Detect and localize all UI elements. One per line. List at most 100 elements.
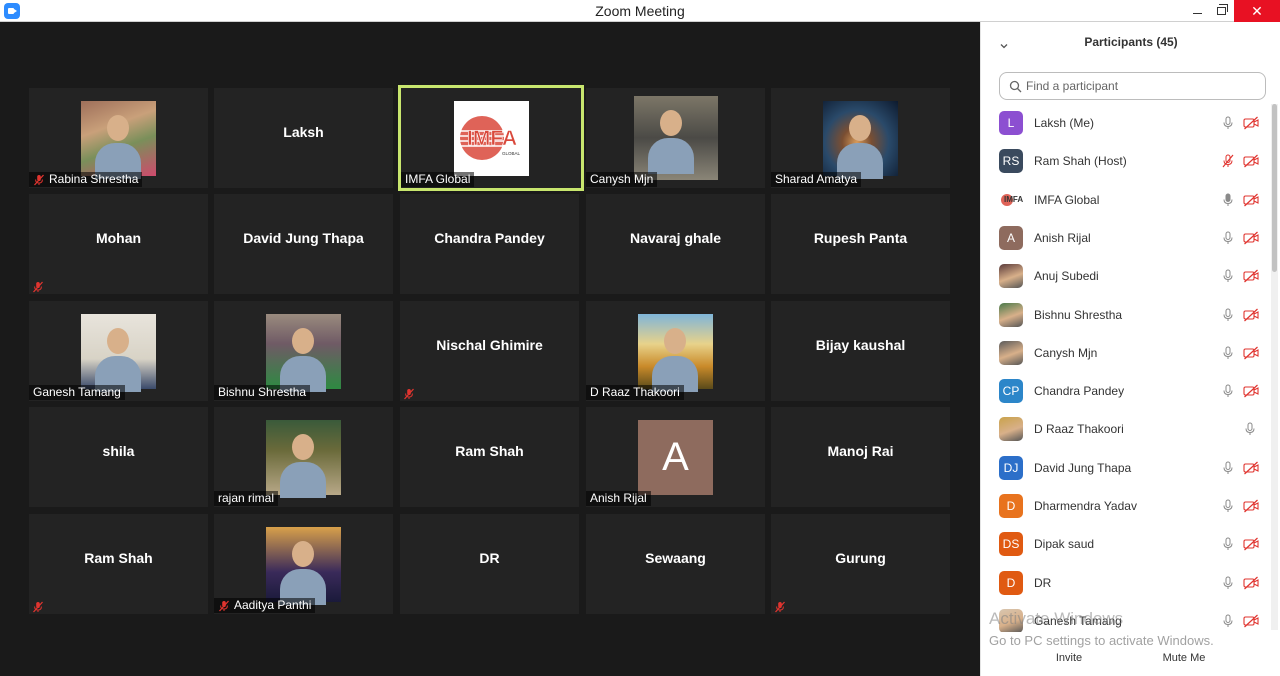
mic-icon[interactable] <box>1221 614 1235 628</box>
video-tile[interactable]: Chandra Pandey <box>400 194 579 294</box>
video-off-icon[interactable] <box>1243 461 1259 475</box>
mic-icon[interactable] <box>1221 461 1235 475</box>
video-tile[interactable]: Nischal Ghimire <box>400 301 579 401</box>
person-head <box>107 328 129 354</box>
participant-search[interactable] <box>999 72 1266 100</box>
participants-title: Participants (45) <box>1084 35 1178 49</box>
participant-row[interactable]: Anuj Subedi <box>981 257 1271 295</box>
video-tile[interactable]: rajan rimal <box>214 407 393 507</box>
participant-row[interactable]: D DR <box>981 564 1271 602</box>
video-off-icon[interactable] <box>1243 346 1259 360</box>
muted-mic-icon <box>218 600 230 612</box>
video-tile[interactable]: Laksh <box>214 88 393 188</box>
video-tile[interactable]: Ram Shah <box>400 407 579 507</box>
scrollbar-thumb[interactable] <box>1272 104 1277 272</box>
video-tile[interactable]: Gurung <box>771 514 950 614</box>
participant-row[interactable]: IMFA IMFA Global <box>981 181 1271 219</box>
video-off-icon[interactable] <box>1243 537 1259 551</box>
participant-row[interactable]: D Raaz Thakoori <box>981 410 1271 448</box>
avatar-initials: RS <box>1002 154 1020 169</box>
video-tile[interactable]: Canysh Mjn <box>586 88 765 188</box>
mic-icon[interactable] <box>1221 576 1235 590</box>
invite-button[interactable]: Invite <box>1047 649 1091 667</box>
muted-mic-icon[interactable] <box>1221 154 1235 168</box>
participant-name: Anish Rijal <box>1034 230 1091 245</box>
video-tile[interactable]: Aaditya Panthi <box>214 514 393 614</box>
mic-icon[interactable] <box>1221 537 1235 551</box>
participant-name: Laksh <box>283 124 324 140</box>
video-off-icon[interactable] <box>1243 154 1259 168</box>
video-tile[interactable]: Mohan <box>29 194 208 294</box>
video-off-icon[interactable] <box>1243 231 1259 245</box>
video-tile[interactable]: shila <box>29 407 208 507</box>
participant-row[interactable]: L Laksh (Me) <box>981 104 1271 142</box>
video-tile[interactable]: Sewaang <box>586 514 765 614</box>
video-gallery: Rabina Shrestha Laksh IMFA GLOBAL IMFA Globa… <box>0 22 980 676</box>
video-tile[interactable]: D Raaz Thakoori <box>586 301 765 401</box>
participant-row[interactable]: DS Dipak saud <box>981 525 1271 563</box>
participant-list-scrollbar[interactable] <box>1271 104 1278 630</box>
participant-name: DR <box>479 550 500 566</box>
avatar <box>999 417 1023 442</box>
mic-icon[interactable] <box>1221 346 1235 360</box>
person-head <box>292 434 314 460</box>
video-tile[interactable]: DR <box>400 514 579 614</box>
video-tile[interactable]: Ganesh Tamang <box>29 301 208 401</box>
video-off-icon[interactable] <box>1243 116 1259 130</box>
mic-icon[interactable] <box>1221 308 1235 322</box>
participant-name: shila <box>102 443 135 459</box>
video-tile[interactable]: Ram Shah <box>29 514 208 614</box>
participant-row[interactable]: A Anish Rijal <box>981 219 1271 257</box>
tile-name-label: Sharad Amatya <box>771 172 862 187</box>
person-body <box>280 462 326 498</box>
video-tile[interactable]: Rabina Shrestha <box>29 88 208 188</box>
participant-row[interactable]: Canysh Mjn <box>981 334 1271 372</box>
mic-icon[interactable] <box>1221 269 1235 283</box>
video-off-icon[interactable] <box>1243 614 1259 628</box>
mic-icon[interactable] <box>1243 422 1257 436</box>
video-tile[interactable]: David Jung Thapa <box>214 194 393 294</box>
mic-icon[interactable] <box>1221 193 1235 207</box>
participant-row[interactable]: DJ David Jung Thapa <box>981 449 1271 487</box>
video-off-icon[interactable] <box>1243 193 1259 207</box>
video-tile[interactable]: A Anish Rijal <box>586 407 765 507</box>
participant-name: IMFA Global <box>405 172 471 186</box>
video-off-icon[interactable] <box>1243 576 1259 590</box>
video-off-icon[interactable] <box>1243 269 1259 283</box>
participant-name: Gurung <box>835 550 886 566</box>
tile-name-label: Bishnu Shrestha <box>214 385 311 400</box>
video-tile[interactable]: Bijay kaushal <box>771 301 950 401</box>
mic-icon[interactable] <box>1221 499 1235 513</box>
participant-video <box>638 314 713 392</box>
mic-icon[interactable] <box>1221 384 1235 398</box>
mute-me-button[interactable]: Mute Me <box>1156 649 1212 667</box>
search-input[interactable] <box>1026 76 1256 96</box>
muted-mic-icon <box>403 387 415 400</box>
imfa-logo-text: IMFA <box>467 127 517 150</box>
video-off-icon[interactable] <box>1243 499 1259 513</box>
participant-row[interactable]: CP Chandra Pandey <box>981 372 1271 410</box>
restore-icon <box>1216 4 1228 15</box>
video-tile[interactable]: Bishnu Shrestha <box>214 301 393 401</box>
mic-icon[interactable] <box>1221 116 1235 130</box>
video-tile[interactable]: Navaraj ghale <box>586 194 765 294</box>
participant-name: Manoj Rai <box>827 443 894 459</box>
restore-button[interactable] <box>1206 0 1236 22</box>
close-button[interactable]: ✕ <box>1234 0 1280 22</box>
video-off-icon[interactable] <box>1243 308 1259 322</box>
participant-row[interactable]: D Dharmendra Yadav <box>981 487 1271 525</box>
participant-row[interactable]: RS Ram Shah (Host) <box>981 142 1271 180</box>
video-tile[interactable]: IMFA GLOBAL IMFA Global <box>398 85 584 191</box>
search-icon <box>1009 80 1022 93</box>
video-off-icon[interactable] <box>1243 384 1259 398</box>
participant-name: Canysh Mjn <box>1034 345 1098 360</box>
participant-name: IMFA Global <box>1034 192 1100 207</box>
mic-icon[interactable] <box>1221 231 1235 245</box>
video-tile[interactable]: Manoj Rai <box>771 407 950 507</box>
video-tile[interactable]: Sharad Amatya <box>771 88 950 188</box>
participant-video: IMFA GLOBAL <box>454 101 529 176</box>
video-tile[interactable]: Rupesh Panta <box>771 194 950 294</box>
participant-row[interactable]: Bishnu Shrestha <box>981 296 1271 334</box>
tile-name-label: IMFA Global <box>401 172 475 187</box>
tile-name-label: rajan rimal <box>214 491 279 506</box>
